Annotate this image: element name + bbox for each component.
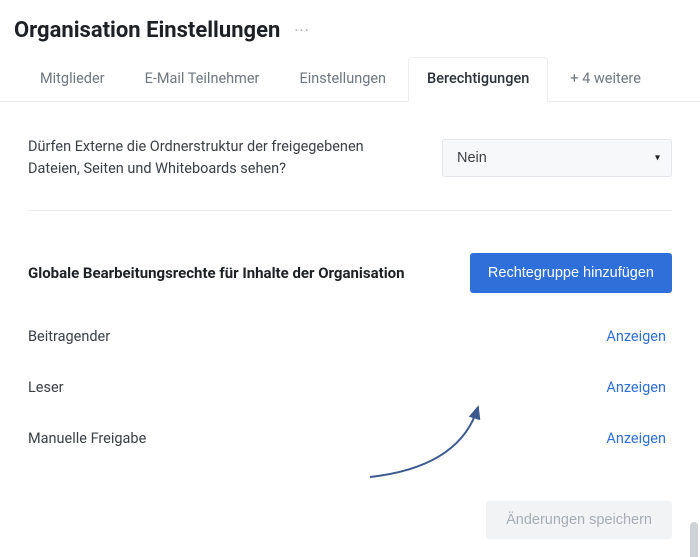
tabs: Mitglieder E-Mail Teilnehmer Einstellung… bbox=[0, 57, 700, 102]
group-action-show[interactable]: Anzeigen bbox=[606, 430, 672, 447]
group-action-show[interactable]: Anzeigen bbox=[606, 379, 672, 396]
tab-email-participants[interactable]: E-Mail Teilnehmer bbox=[127, 58, 278, 101]
tab-more[interactable]: + 4 weitere bbox=[552, 58, 659, 101]
group-name: Leser bbox=[28, 379, 64, 396]
add-rights-group-button[interactable]: Rechtegruppe hinzufügen bbox=[470, 253, 672, 293]
setting-select-external-view[interactable]: Nein bbox=[442, 139, 672, 177]
tab-permissions[interactable]: Berechtigungen bbox=[408, 57, 548, 102]
group-row-reader: Leser Anzeigen bbox=[28, 362, 672, 413]
group-action-show[interactable]: Anzeigen bbox=[606, 328, 672, 345]
section-head-global-edit-rights: Globale Bearbeitungsrechte für Inhalte d… bbox=[28, 211, 672, 311]
header: Organisation Einstellungen ··· bbox=[0, 0, 700, 57]
group-row-contributor: Beitragender Anzeigen bbox=[28, 311, 672, 362]
save-changes-button[interactable]: Änderungen speichern bbox=[486, 501, 672, 539]
page-title: Organisation Einstellungen bbox=[14, 18, 280, 43]
section-title: Globale Bearbeitungsrechte für Inhalte d… bbox=[28, 264, 405, 282]
setting-select-wrap: Nein ▾ bbox=[442, 139, 672, 177]
setting-question: Dürfen Externe die Ordnerstruktur der fr… bbox=[28, 136, 408, 180]
tab-members[interactable]: Mitglieder bbox=[22, 58, 123, 101]
group-name: Manuelle Freigabe bbox=[28, 430, 146, 447]
group-row-manual-share: Manuelle Freigabe Anzeigen bbox=[28, 413, 672, 464]
more-options-icon[interactable]: ··· bbox=[294, 21, 310, 40]
tab-settings[interactable]: Einstellungen bbox=[281, 58, 404, 101]
setting-row-external-folder-structure: Dürfen Externe die Ordnerstruktur der fr… bbox=[28, 102, 672, 211]
group-name: Beitragender bbox=[28, 328, 110, 345]
footer: Änderungen speichern bbox=[0, 483, 700, 557]
